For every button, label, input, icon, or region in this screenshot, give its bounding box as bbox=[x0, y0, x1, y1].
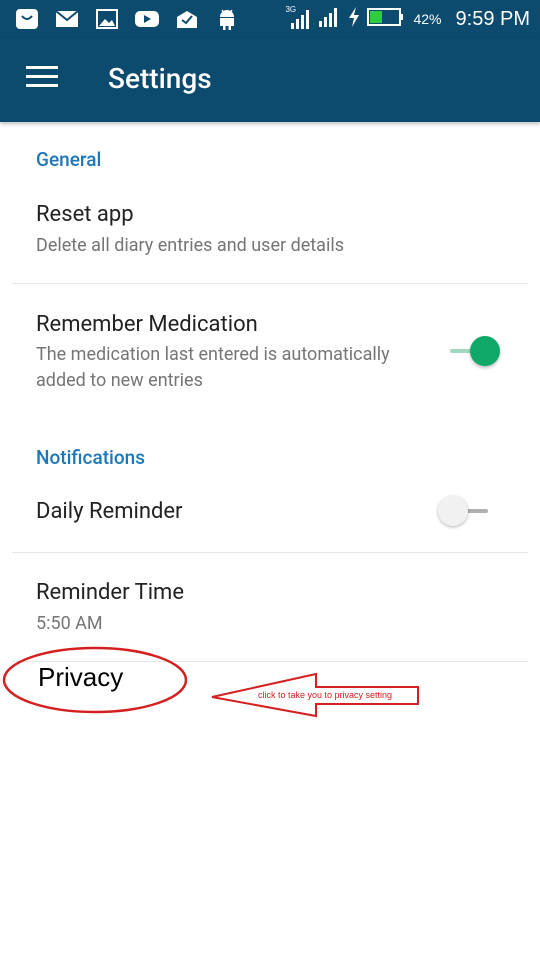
setting-subtitle: Delete all diary entries and user detail… bbox=[36, 235, 344, 256]
signal-icon bbox=[317, 6, 341, 32]
mail-icon bbox=[54, 8, 80, 30]
status-bar: 3G 42% 9:59 PM bbox=[0, 0, 540, 38]
android-icon bbox=[214, 8, 240, 30]
menu-icon[interactable] bbox=[26, 66, 58, 92]
daily-reminder-toggle[interactable] bbox=[438, 495, 494, 531]
setting-title: Remember Medication bbox=[36, 312, 258, 337]
battery-percent: 42% bbox=[413, 11, 442, 27]
inbox-icon bbox=[174, 8, 200, 30]
setting-title: Reset app bbox=[36, 202, 134, 227]
reminder-time-value: 5:50 AM bbox=[36, 613, 103, 634]
battery-icon bbox=[367, 7, 405, 31]
setting-title: Daily Reminder bbox=[36, 499, 183, 524]
section-header-notifications: Notifications bbox=[36, 446, 145, 469]
annotation-text: click to take you to privacy setting bbox=[258, 690, 393, 700]
notification-icon bbox=[14, 8, 40, 30]
gallery-icon bbox=[94, 8, 120, 30]
signal-3g-icon: 3G bbox=[285, 5, 311, 31]
status-bar-notifications bbox=[0, 0, 240, 38]
section-header-general: General bbox=[36, 148, 102, 171]
annotation-drawing bbox=[2, 646, 419, 718]
divider bbox=[12, 552, 528, 553]
youtube-icon bbox=[134, 8, 160, 30]
status-bar-system: 3G 42% 9:59 PM bbox=[285, 0, 530, 38]
page-title: Settings bbox=[108, 62, 212, 95]
remember-medication-toggle[interactable] bbox=[444, 335, 500, 371]
charging-icon bbox=[347, 6, 361, 32]
divider bbox=[12, 283, 528, 284]
annotation-circle bbox=[2, 646, 188, 714]
app-bar: Settings bbox=[0, 38, 540, 122]
setting-title: Reminder Time bbox=[36, 580, 185, 605]
clock: 9:59 PM bbox=[455, 7, 530, 30]
setting-subtitle: The medication last entered is automatic… bbox=[36, 344, 390, 391]
